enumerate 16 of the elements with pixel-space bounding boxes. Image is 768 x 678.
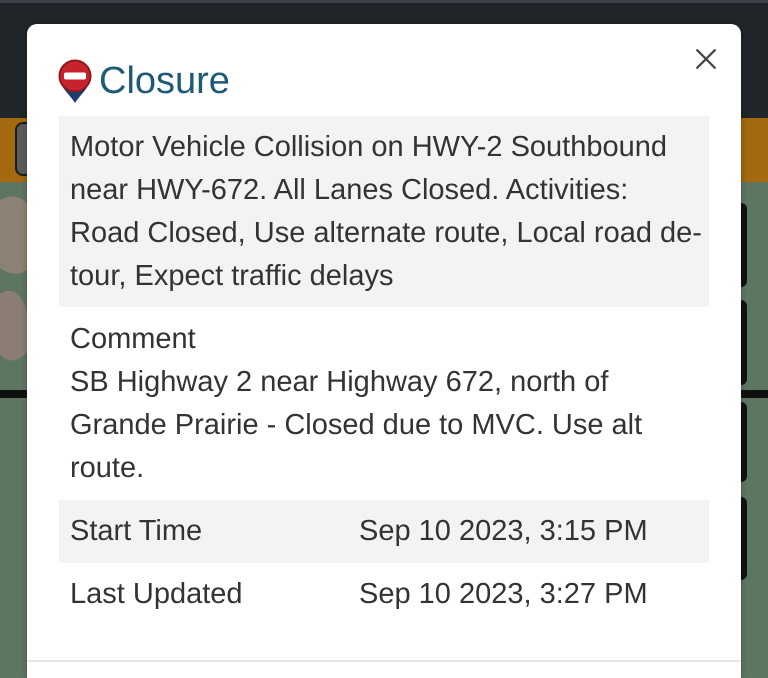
dialog-title: Closure [99,59,230,104]
close-icon [696,49,716,69]
no-entry-pin-icon [58,59,92,103]
map-control-button[interactable] [741,300,747,385]
description-text: Motor Vehicle Collision on HWY-2 Southbound near HWY-672. All Lanes Closed. Activities: Road Closed, Use alternate route, Local road de-tour, Expect traffic delays [70,130,703,294]
field-value: Sep 10 2023, 3:27 PM [359,577,649,612]
field-value: Sep 10 2023, 3:15 PM [359,514,649,549]
map-control-button[interactable] [741,497,747,580]
toolbar-button[interactable] [15,122,27,176]
comment-label: Comment [70,322,197,357]
map-control-button[interactable] [741,402,747,482]
field-label: Start Time [69,514,204,549]
field-label: Last Updated [69,577,244,612]
comment-text: SB Highway 2 near Highway 672, north of Grande Prairie - Closed due to MVC. Use alt route. [70,365,644,486]
map-control-button[interactable] [741,203,747,287]
close-button[interactable] [696,49,716,69]
